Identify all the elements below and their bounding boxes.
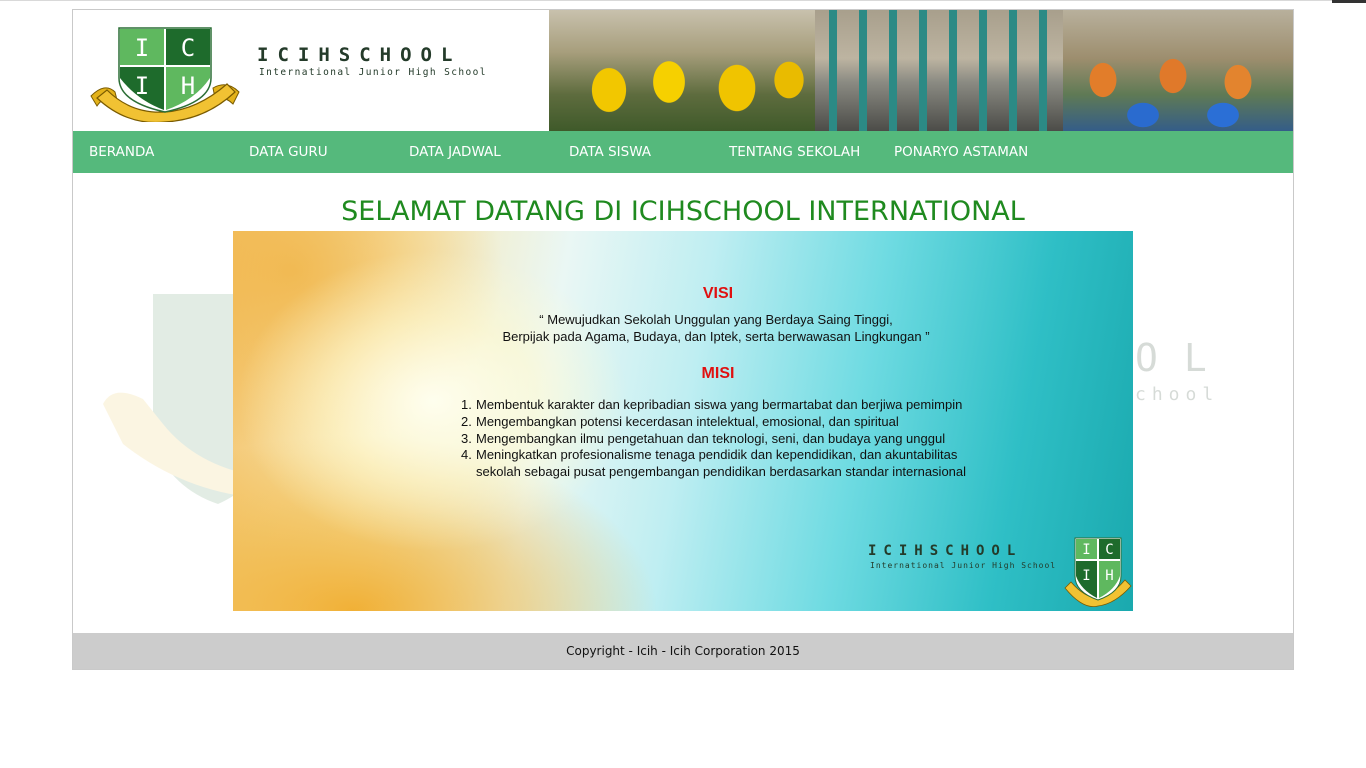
svg-text:C: C [181,34,195,62]
svg-text:H: H [181,72,195,100]
site-footer: Copyright - Icih - Icih Corporation 2015 [73,633,1293,669]
svg-text:C: C [1105,542,1113,558]
nav-item-data-guru[interactable]: DATA GURU [249,131,328,173]
logo-area[interactable]: I C I H ICIHSCHOOL International Junior … [73,10,549,131]
svg-text:I: I [135,72,149,100]
footer-copyright: Copyright - Icih - Icih Corporation 2015 [566,644,800,658]
banner-brand-tagline: International Junior High School [870,561,1057,570]
misi-item: 1. Membentuk karakter dan kepribadian sis… [461,397,963,412]
top-right-accent [1332,0,1366,3]
visi-title: VISI [702,285,734,302]
header-photo-cleanup [549,10,815,131]
page-container: I C I H ICIHSCHOOL International Junior … [72,9,1294,670]
site-header: I C I H ICIHSCHOOL International Junior … [73,10,1293,131]
watermark-brand: OL chool [1135,336,1233,405]
nav-item-data-jadwal[interactable]: DATA JADWAL [409,131,501,173]
header-photo-team [1063,10,1293,131]
misi-item: 4. Meningkatkan profesionalisme tenaga pe… [461,447,958,463]
svg-text:I: I [1082,568,1090,584]
svg-text:I: I [135,34,149,62]
nav-item-data-siswa[interactable]: DATA SISWA [569,131,651,173]
misi-item: sekolah sebagai pusat pengembangan pendi… [476,464,967,480]
nav-item-ponaryo-astaman[interactable]: PONARYO ASTAMAN [894,131,1028,173]
welcome-heading: SELAMAT DATANG DI ICIHSCHOOL INTERNATION… [341,196,1025,227]
nav-item-beranda[interactable]: BERANDA [89,131,154,173]
header-photo-strip [549,10,1293,131]
svg-text:I: I [1082,542,1090,558]
brand-name: ICIHSCHOOL [257,44,462,66]
misi-item: 2. Mengembangkan potensi kecerdasan intel… [461,413,899,429]
school-crest-icon: I C I H [90,27,240,122]
banner-crest-icon: I C I H [1064,537,1132,607]
header-photo-assembly [815,10,1063,131]
top-border [0,0,1366,1]
main-nav: BERANDA DATA GURU DATA JADWAL DATA SISWA… [73,131,1293,173]
nav-item-tentang-sekolah[interactable]: TENTANG SEKOLAH [729,131,860,173]
visi-text: “ Mewujudkan Sekolah Unggulan yang Berda… [502,312,930,344]
banner-brand-name: ICIHSCHOOL [868,543,1023,559]
misi-title: MISI [701,365,735,382]
brand-tagline: International Junior High School [259,67,487,78]
misi-item: 3. Mengembangkan ilmu pengetahuan dan tek… [461,430,946,446]
vision-mission-banner: VISI “ Mewujudkan Sekolah Unggulan yang … [233,231,1133,611]
svg-text:H: H [1105,568,1113,584]
misi-list: 1. Membentuk karakter dan kepribadian sis… [461,397,1101,481]
